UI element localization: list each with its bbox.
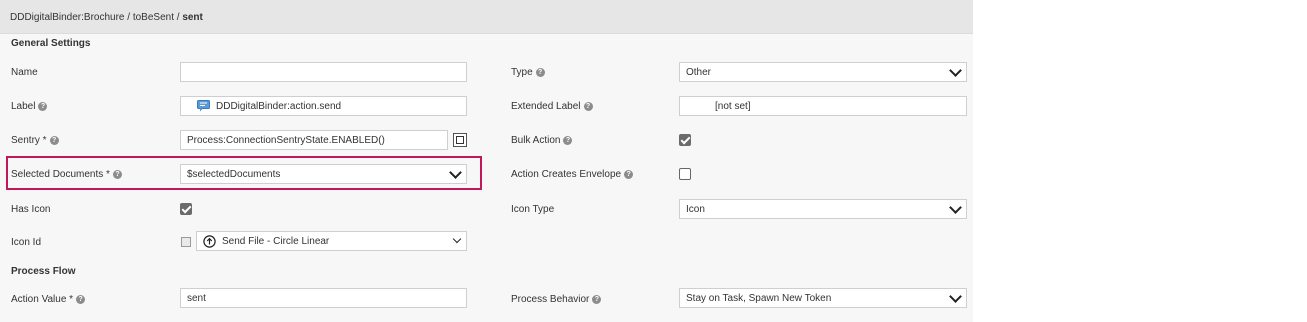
process-behavior-label-text: Process Behavior <box>511 293 590 305</box>
breadcrumb: DDDigitalBinder:Brochure / toBeSent / se… <box>10 12 203 23</box>
breadcrumb-path: DDDigitalBinder:Brochure / toBeSent / <box>10 12 183 23</box>
action-value-input[interactable]: sent <box>180 288 467 308</box>
icon-type-value: Icon <box>686 203 705 215</box>
type-select[interactable]: Other <box>679 62 967 82</box>
action-value-label-text: Action Value * <box>11 293 74 305</box>
icon-type-label-text: Icon Type <box>511 203 555 215</box>
bulk-action-label-text: Bulk Action <box>511 134 561 146</box>
help-icon[interactable]: ? <box>535 67 545 77</box>
process-behavior-label: Process Behavior? <box>511 289 602 309</box>
section-general-settings: General Settings <box>11 38 91 49</box>
icon-id-display: Send File - Circle Linear <box>203 234 330 248</box>
process-behavior-select[interactable]: Stay on Task, Spawn New Token <box>679 288 967 308</box>
icon-id-select[interactable]: Send File - Circle Linear <box>196 231 467 251</box>
selected-documents-value: $selectedDocuments <box>187 168 281 180</box>
extended-label-input[interactable]: [not set] <box>679 96 967 116</box>
action-settings-panel: DDDigitalBinder:Brochure / toBeSent / se… <box>0 0 973 322</box>
bulk-action-checkbox[interactable] <box>679 134 691 146</box>
label-label-text: Label <box>11 100 36 112</box>
selected-documents-select[interactable]: $selectedDocuments <box>180 164 467 184</box>
help-icon[interactable]: ? <box>38 101 48 111</box>
selected-documents-label-text: Selected Documents * <box>11 168 110 180</box>
extended-label-label: Extended Label? <box>511 96 593 116</box>
action-creates-envelope-label: Action Creates Envelope? <box>511 164 634 184</box>
name-input[interactable] <box>180 62 467 82</box>
process-behavior-value: Stay on Task, Spawn New Token <box>686 292 832 304</box>
action-creates-envelope-checkbox[interactable] <box>679 168 691 180</box>
extended-label-text: Extended Label <box>511 100 581 112</box>
translation-icon[interactable] <box>197 100 210 112</box>
upload-circle-icon <box>203 234 216 248</box>
breadcrumb-current: sent <box>182 12 203 23</box>
icon-library-icon <box>181 237 191 247</box>
has-icon-checkbox[interactable] <box>180 203 192 215</box>
help-icon[interactable]: ? <box>76 294 86 304</box>
chevron-down-icon <box>949 63 962 77</box>
chevron-down-icon <box>452 234 462 244</box>
icon-id-value: Send File - Circle Linear <box>222 235 330 247</box>
icon-type-label: Icon Type <box>511 199 554 219</box>
type-label-text: Type <box>511 66 533 78</box>
sentry-input[interactable]: Process:ConnectionSentryState.ENABLED() <box>180 130 448 150</box>
label-value: DDDigitalBinder:action.send <box>216 100 342 112</box>
type-select-value: Other <box>686 66 712 78</box>
help-icon[interactable]: ? <box>624 169 634 179</box>
label-input[interactable]: DDDigitalBinder:action.send <box>180 96 467 116</box>
type-label: Type? <box>511 62 545 82</box>
help-icon[interactable]: ? <box>592 294 602 304</box>
title-bar: DDDigitalBinder:Brochure / toBeSent / se… <box>0 0 973 34</box>
help-icon[interactable]: ? <box>563 135 573 145</box>
bulk-action-label: Bulk Action? <box>511 130 573 150</box>
section-process-flow: Process Flow <box>11 266 76 277</box>
sentry-label: Sentry *? <box>11 130 59 150</box>
chevron-down-icon <box>449 165 462 179</box>
help-icon[interactable]: ? <box>112 169 122 179</box>
has-icon-label-text: Has Icon <box>11 203 51 215</box>
icon-id-label: Icon Id <box>11 232 41 252</box>
chevron-down-icon <box>949 200 962 214</box>
has-icon-label: Has Icon <box>11 199 50 219</box>
name-label-text: Name <box>11 66 38 78</box>
name-label: Name <box>11 62 38 82</box>
action-value-label: Action Value *? <box>11 289 86 309</box>
label-label: Label? <box>11 96 48 116</box>
editor-icon <box>456 136 464 144</box>
selected-documents-label: Selected Documents *? <box>11 164 122 184</box>
sentry-label-text: Sentry * <box>11 134 47 146</box>
chevron-down-icon <box>949 289 962 303</box>
expression-editor-button[interactable] <box>453 133 467 147</box>
icon-id-label-text: Icon Id <box>11 236 42 248</box>
help-icon[interactable]: ? <box>583 101 593 111</box>
help-icon[interactable]: ? <box>49 135 59 145</box>
icon-type-select[interactable]: Icon <box>679 199 967 219</box>
action-creates-envelope-label-text: Action Creates Envelope <box>511 168 622 180</box>
